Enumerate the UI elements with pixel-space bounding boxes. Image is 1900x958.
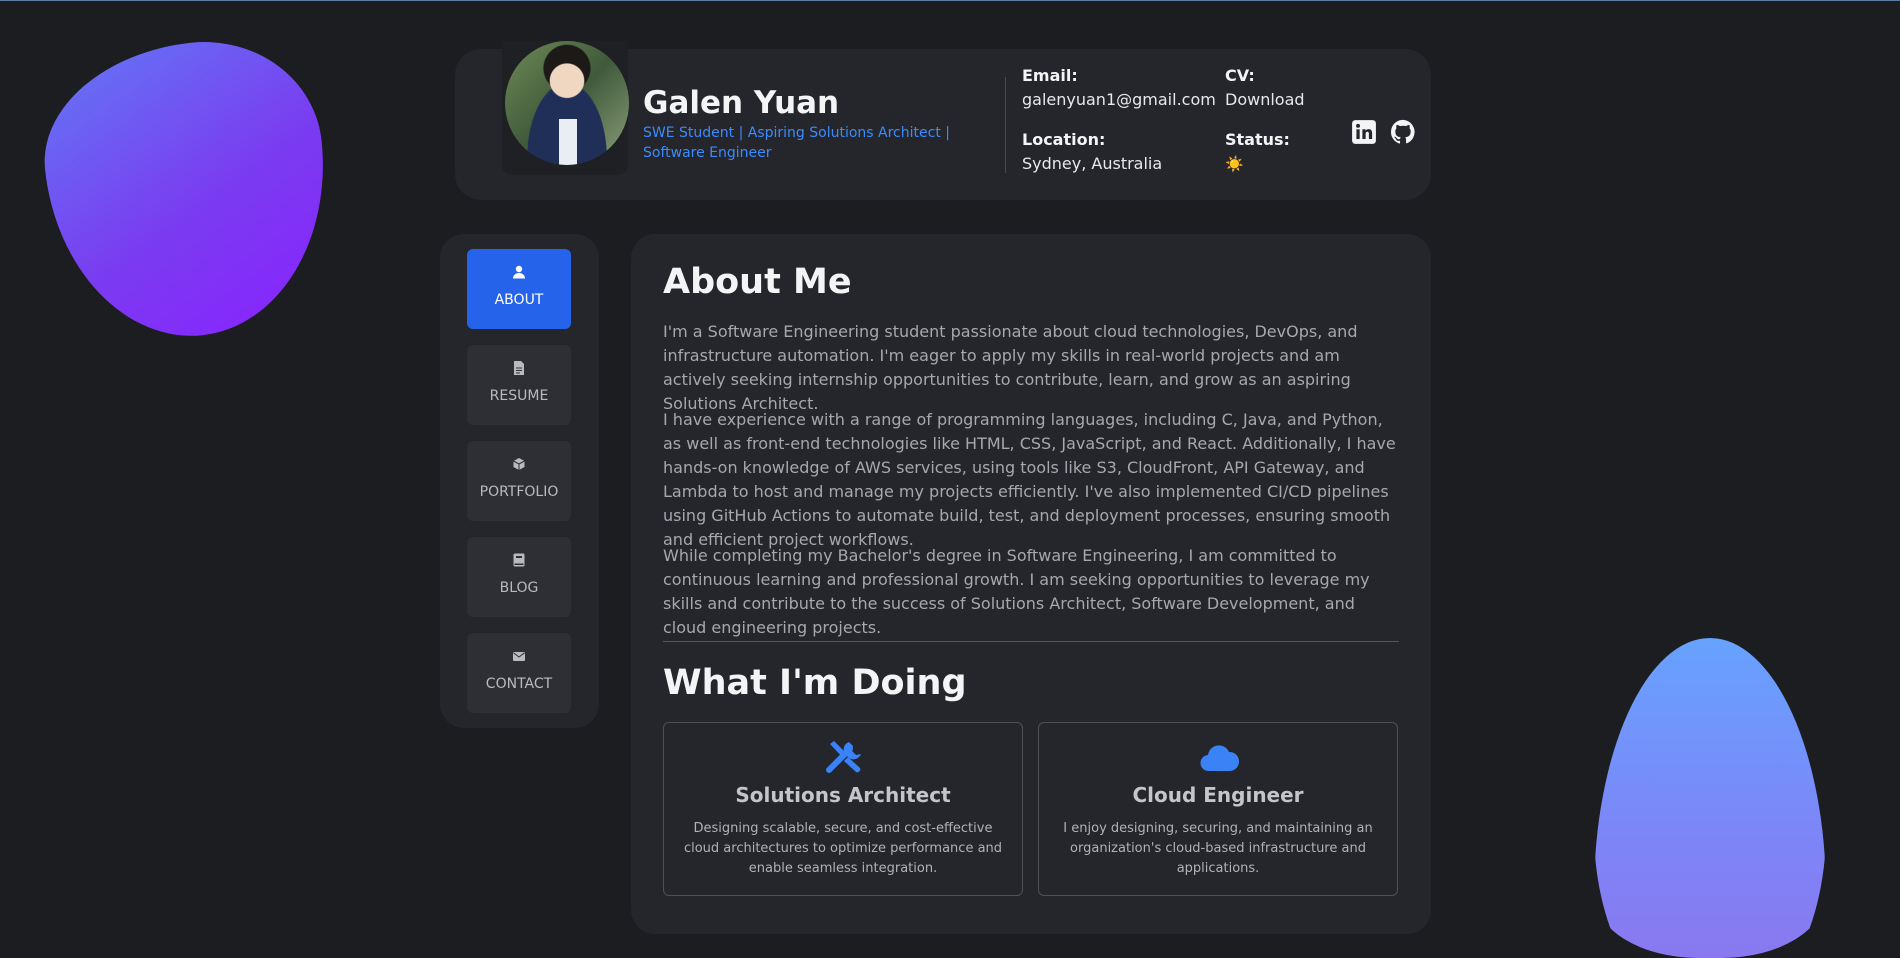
cv-label: CV: (1225, 66, 1255, 85)
email-label: Email: (1022, 66, 1078, 85)
main-content: About Me I'm a Software Engineering stud… (631, 234, 1431, 934)
nav-blog-label: BLOG (499, 580, 539, 596)
service-title: Cloud Engineer (1132, 783, 1304, 807)
profile-tagline: SWE Student | Aspiring Solutions Archite… (643, 125, 950, 161)
user-icon (513, 265, 525, 279)
service-description: I enjoy designing, securing, and maintai… (1063, 821, 1373, 876)
nav-about-label: ABOUT (494, 292, 544, 308)
nav-resume-label: RESUME (489, 388, 549, 404)
nav-contact-label: CONTACT (485, 676, 553, 692)
linkedin-icon[interactable] (1351, 119, 1377, 145)
cube-icon (513, 458, 525, 470)
decorative-blob-right (1594, 638, 1826, 958)
nav-resume-button[interactable]: RESUME (467, 345, 571, 425)
nav-blog-button[interactable]: BLOG (467, 537, 571, 617)
service-title: Solutions Architect (735, 783, 951, 807)
status-sun-icon: ☀️ (1225, 155, 1244, 173)
github-icon[interactable] (1390, 119, 1416, 145)
cv-block: CV: Download (1225, 64, 1305, 112)
avatar-container (502, 41, 629, 175)
tools-icon (826, 741, 861, 773)
nav-portfolio-button[interactable]: PORTFOLIO (467, 441, 571, 521)
service-card: Solutions Architect Designing scalable, … (663, 722, 1023, 896)
envelope-icon (513, 652, 525, 661)
nav-contact-button[interactable]: CONTACT (467, 633, 571, 713)
doing-heading: What I'm Doing (663, 663, 967, 703)
sidebar-nav: ABOUT RESUME PORTFOLIO BLOG CONTACT (440, 234, 599, 728)
service-card: Cloud Engineer I enjoy designing, securi… (1038, 722, 1398, 896)
about-paragraph-1: I'm a Software Engineering student passi… (663, 322, 1358, 413)
header-divider (1005, 77, 1006, 173)
decorative-blob-left (33, 30, 341, 350)
top-border (0, 0, 1900, 1)
about-heading: About Me (663, 262, 852, 302)
cv-download-link[interactable]: Download (1225, 88, 1305, 112)
profile-header: Galen Yuan SWE Student | Aspiring Soluti… (455, 41, 1431, 200)
email-block: Email: galenyuan1@gmail.com (1022, 64, 1216, 112)
nav-about-button[interactable]: ABOUT (467, 249, 571, 329)
profile-name: Galen Yuan (643, 85, 840, 121)
cloud-icon (1200, 745, 1239, 772)
about-paragraph-3: While completing my Bachelor's degree in… (663, 546, 1370, 637)
email-value[interactable]: galenyuan1@gmail.com (1022, 88, 1216, 112)
location-value: Sydney, Australia (1022, 154, 1163, 173)
about-paragraph-2: I have experience with a range of progra… (663, 410, 1396, 549)
nav-portfolio-label: PORTFOLIO (479, 484, 559, 500)
section-divider (663, 641, 1399, 642)
status-block: Status: ☀️ (1225, 128, 1290, 176)
service-description: Designing scalable, secure, and cost-eff… (683, 821, 1003, 876)
file-icon (514, 361, 524, 375)
location-block: Location: Sydney, Australia (1022, 128, 1162, 176)
status-label: Status: (1225, 130, 1290, 149)
book-icon (513, 553, 525, 567)
location-label: Location: (1022, 130, 1106, 149)
avatar (505, 41, 629, 165)
